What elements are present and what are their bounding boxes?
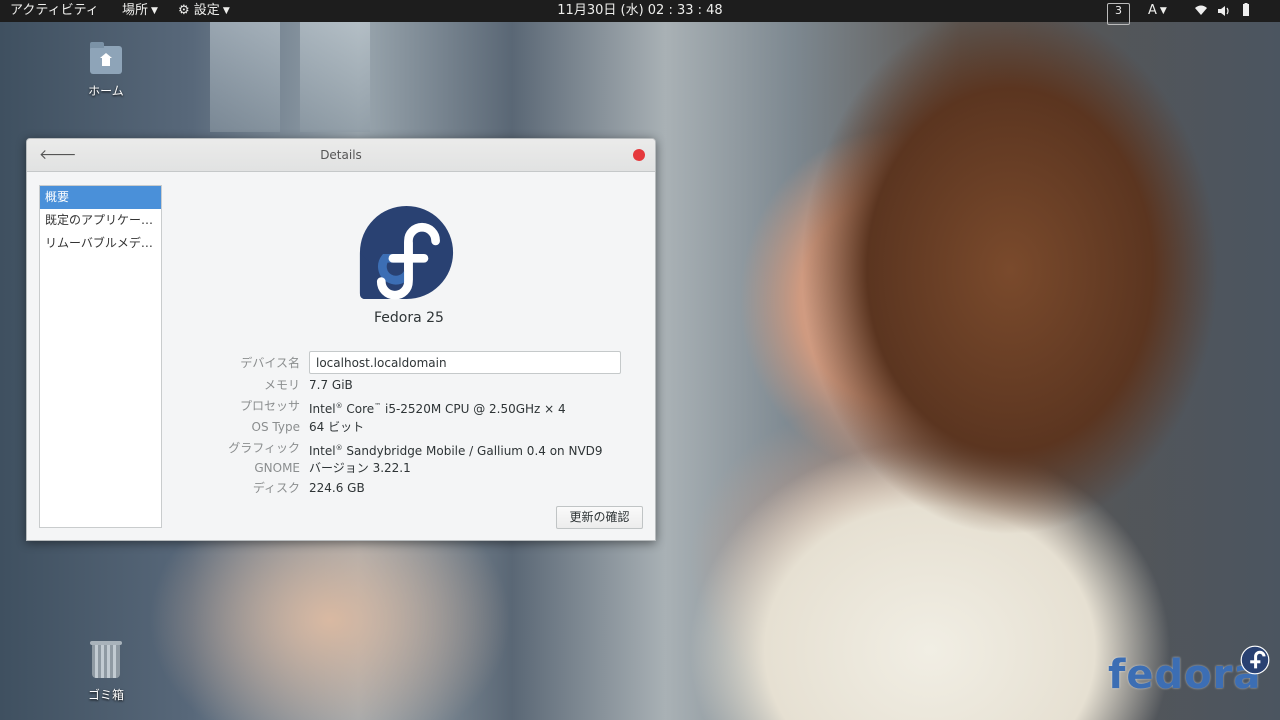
details-window: 🡐 Details 概要 既定のアプリケー… リムーバブルメデ… Fedora …: [26, 138, 656, 541]
ostype-label: OS Type: [251, 420, 300, 434]
top-bar: アクティビティ 場所 ▼ ⚙ 設定 ▼ 11月30日 (水) 02 : 33 : 4…: [0, 0, 1280, 25]
memory-value: 7.7 GiB: [309, 378, 353, 392]
places-label: 場所: [122, 3, 149, 18]
sidebar-item-overview[interactable]: 概要: [40, 186, 161, 209]
ostype-value: 64 ビット: [309, 420, 365, 434]
disk-value: 224.6 GB: [309, 481, 365, 495]
device-name-label: デバイス名: [240, 356, 300, 370]
graphics-model: Sandybridge Mobile / Gallium 0.4 on NVD9: [342, 444, 603, 458]
settings-label: 設定: [193, 3, 220, 18]
settings-app-menu[interactable]: ⚙ 設定 ▼: [178, 0, 230, 22]
processor-brand: Intel: [309, 402, 336, 416]
disk-label: ディスク: [252, 481, 300, 495]
desktop-home-icon[interactable]: ホーム: [66, 42, 146, 99]
home-label: ホーム: [88, 84, 124, 98]
wallpaper-window-pane: [210, 22, 280, 132]
clock[interactable]: 11月30日 (水) 02 : 33 : 48: [557, 3, 722, 18]
gnome-row: GNOME バージョン 3.22.1: [163, 458, 655, 478]
places-menu[interactable]: 場所 ▼: [122, 0, 158, 22]
activities-button[interactable]: アクティビティ: [10, 0, 99, 22]
processor-label: プロセッサ: [239, 399, 300, 413]
wallpaper-window-pane: [300, 22, 370, 132]
gnome-value: バージョン 3.22.1: [309, 461, 411, 475]
wifi-icon[interactable]: [1194, 0, 1208, 22]
fedora-watermark: fedora: [1108, 652, 1262, 698]
fedora-badge-icon: [1240, 645, 1270, 675]
volume-icon[interactable]: [1216, 0, 1232, 22]
processor-model: i5-2520M CPU @ 2.50GHz × 4: [381, 402, 566, 416]
trash-label: ゴミ箱: [87, 688, 124, 702]
chevron-down-icon: ▼: [151, 6, 158, 16]
graphics-label: グラフィック: [228, 441, 300, 455]
details-sidebar: 概要 既定のアプリケー… リムーバブルメデ…: [39, 185, 162, 528]
gear-icon: ⚙: [178, 3, 190, 18]
disk-row: ディスク 224.6 GB: [163, 478, 655, 498]
window-titlebar[interactable]: 🡐 Details: [27, 139, 655, 172]
close-button[interactable]: [633, 149, 645, 161]
input-method-menu[interactable]: A ▼: [1148, 0, 1167, 22]
overview-panel: Fedora 25 デバイス名 メモリ 7.7 GiB プロセッサ Intel®…: [163, 173, 655, 540]
desktop-trash-icon[interactable]: ゴミ箱: [66, 641, 146, 703]
processor-line: Core: [342, 402, 375, 416]
device-name-input[interactable]: [309, 351, 621, 374]
sidebar-item-default-apps[interactable]: 既定のアプリケー…: [40, 209, 161, 232]
fedora-logo-icon: [359, 205, 454, 300]
chevron-down-icon: ▼: [222, 6, 230, 16]
processor-row: プロセッサ Intel® Core™ i5-2520M CPU @ 2.50GH…: [163, 396, 655, 416]
window-title: Details: [320, 148, 362, 162]
workspace-indicator[interactable]: 3: [1107, 3, 1130, 25]
battery-icon[interactable]: [1240, 0, 1252, 22]
graphics-row: グラフィック Intel® Sandybridge Mobile / Galli…: [163, 438, 655, 458]
memory-label: メモリ: [263, 378, 300, 392]
sidebar-item-removable-media[interactable]: リムーバブルメデ…: [40, 232, 161, 255]
check-updates-button[interactable]: 更新の確認: [556, 506, 643, 529]
home-folder-icon: [90, 42, 122, 74]
device-name-row: デバイス名: [163, 351, 655, 374]
os-name: Fedora 25: [374, 310, 444, 326]
chevron-down-icon: ▼: [1159, 6, 1167, 16]
gnome-label: GNOME: [254, 461, 300, 475]
input-method-label: A: [1148, 3, 1157, 18]
ostype-row: OS Type 64 ビット: [163, 417, 655, 437]
memory-row: メモリ 7.7 GiB: [163, 375, 655, 395]
trash-icon: [90, 641, 122, 678]
graphics-brand: Intel: [309, 444, 336, 458]
processor-value: Intel® Core™ i5-2520M CPU @ 2.50GHz × 4: [309, 402, 566, 416]
